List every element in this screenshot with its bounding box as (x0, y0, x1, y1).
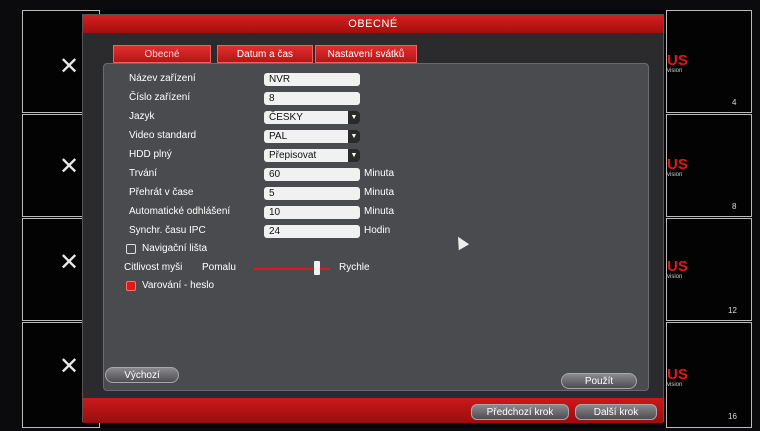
language-label: Jazyk (129, 111, 155, 122)
instant-play-label: Přehrát v čase (129, 187, 194, 198)
video-standard-value: PAL (269, 131, 288, 142)
device-number-input[interactable]: 8 (264, 92, 360, 105)
brand-logo: US (667, 258, 688, 275)
brand-sub: vision (667, 68, 683, 74)
general-settings-dialog: OBECNÉ Obecné Datum a čas Nastavení svát… (82, 14, 664, 423)
no-video-icon: ✕ (59, 352, 80, 380)
duration-input[interactable]: 60 (264, 168, 360, 181)
password-warning-checkbox[interactable] (126, 281, 136, 291)
password-warning-label: Varování - heslo (142, 280, 215, 291)
brand-logo: US (667, 156, 688, 173)
no-video-icon: ✕ (59, 52, 80, 80)
hdd-full-value: Přepisovat (269, 150, 317, 161)
channel-number: 8 (732, 202, 737, 211)
nav-bar-label: Navigační lišta (142, 243, 208, 254)
device-name-label: Název zařízení (129, 73, 196, 84)
apply-button[interactable]: Použít (561, 373, 637, 389)
auto-logout-unit: Minuta (364, 206, 395, 217)
device-number-label: Číslo zařízení (129, 92, 191, 103)
device-name-input[interactable]: NVR (264, 73, 360, 86)
video-standard-select[interactable]: PAL ▼ (264, 130, 360, 143)
next-step-button[interactable]: Další krok (575, 404, 657, 420)
ipc-sync-unit: Hodin (364, 225, 391, 236)
brand-sub: vision (667, 172, 683, 178)
wizard-bar: Předchozí krok Další krok (83, 398, 663, 423)
mouse-sensitivity-label: Citlivost myši (124, 262, 183, 273)
instant-play-unit: Minuta (364, 187, 395, 198)
ipc-sync-label: Synchr. času IPC (129, 225, 206, 236)
channel-number: 16 (728, 412, 737, 421)
mouse-sensitivity-max: Rychle (339, 262, 370, 273)
dropdown-arrow-icon[interactable]: ▼ (348, 111, 360, 124)
tab-date-time[interactable]: Datum a čas (217, 45, 313, 63)
video-standard-label: Video standard (129, 130, 197, 141)
instant-play-input[interactable]: 5 (264, 187, 360, 200)
brand-logo: US (667, 52, 688, 69)
channel-number: 12 (728, 306, 737, 315)
mouse-sensitivity-min: Pomalu (202, 262, 236, 273)
no-video-icon: ✕ (59, 152, 80, 180)
dropdown-arrow-icon[interactable]: ▼ (348, 130, 360, 143)
previous-step-button[interactable]: Předchozí krok (471, 404, 569, 420)
hdd-full-select[interactable]: Přepisovat ▼ (264, 149, 360, 162)
brand-sub: vision (667, 274, 683, 280)
settings-panel: Název zařízení NVR Číslo zařízení 8 Jazy… (103, 63, 649, 391)
duration-label: Trvání (129, 168, 157, 179)
duration-unit: Minuta (364, 168, 395, 179)
nav-bar-checkbox[interactable] (126, 244, 136, 254)
language-select[interactable]: ČESKY ▼ (264, 111, 360, 124)
brand-sub: vision (667, 382, 683, 388)
auto-logout-input[interactable]: 10 (264, 206, 360, 219)
language-value: ČESKY (269, 112, 303, 123)
channel-number: 4 (732, 98, 737, 107)
tab-holiday-settings[interactable]: Nastavení svátků (315, 45, 417, 63)
brand-logo: US (667, 366, 688, 383)
tab-general[interactable]: Obecné (113, 45, 211, 63)
default-button[interactable]: Výchozí (105, 367, 179, 383)
ipc-sync-input[interactable]: 24 (264, 225, 360, 238)
hdd-full-label: HDD plný (129, 149, 172, 160)
no-video-icon: ✕ (59, 248, 80, 276)
mouse-sensitivity-thumb[interactable] (314, 261, 321, 275)
dropdown-arrow-icon[interactable]: ▼ (348, 149, 360, 162)
auto-logout-label: Automatické odhlášení (129, 206, 231, 217)
dialog-title: OBECNÉ (83, 15, 663, 33)
